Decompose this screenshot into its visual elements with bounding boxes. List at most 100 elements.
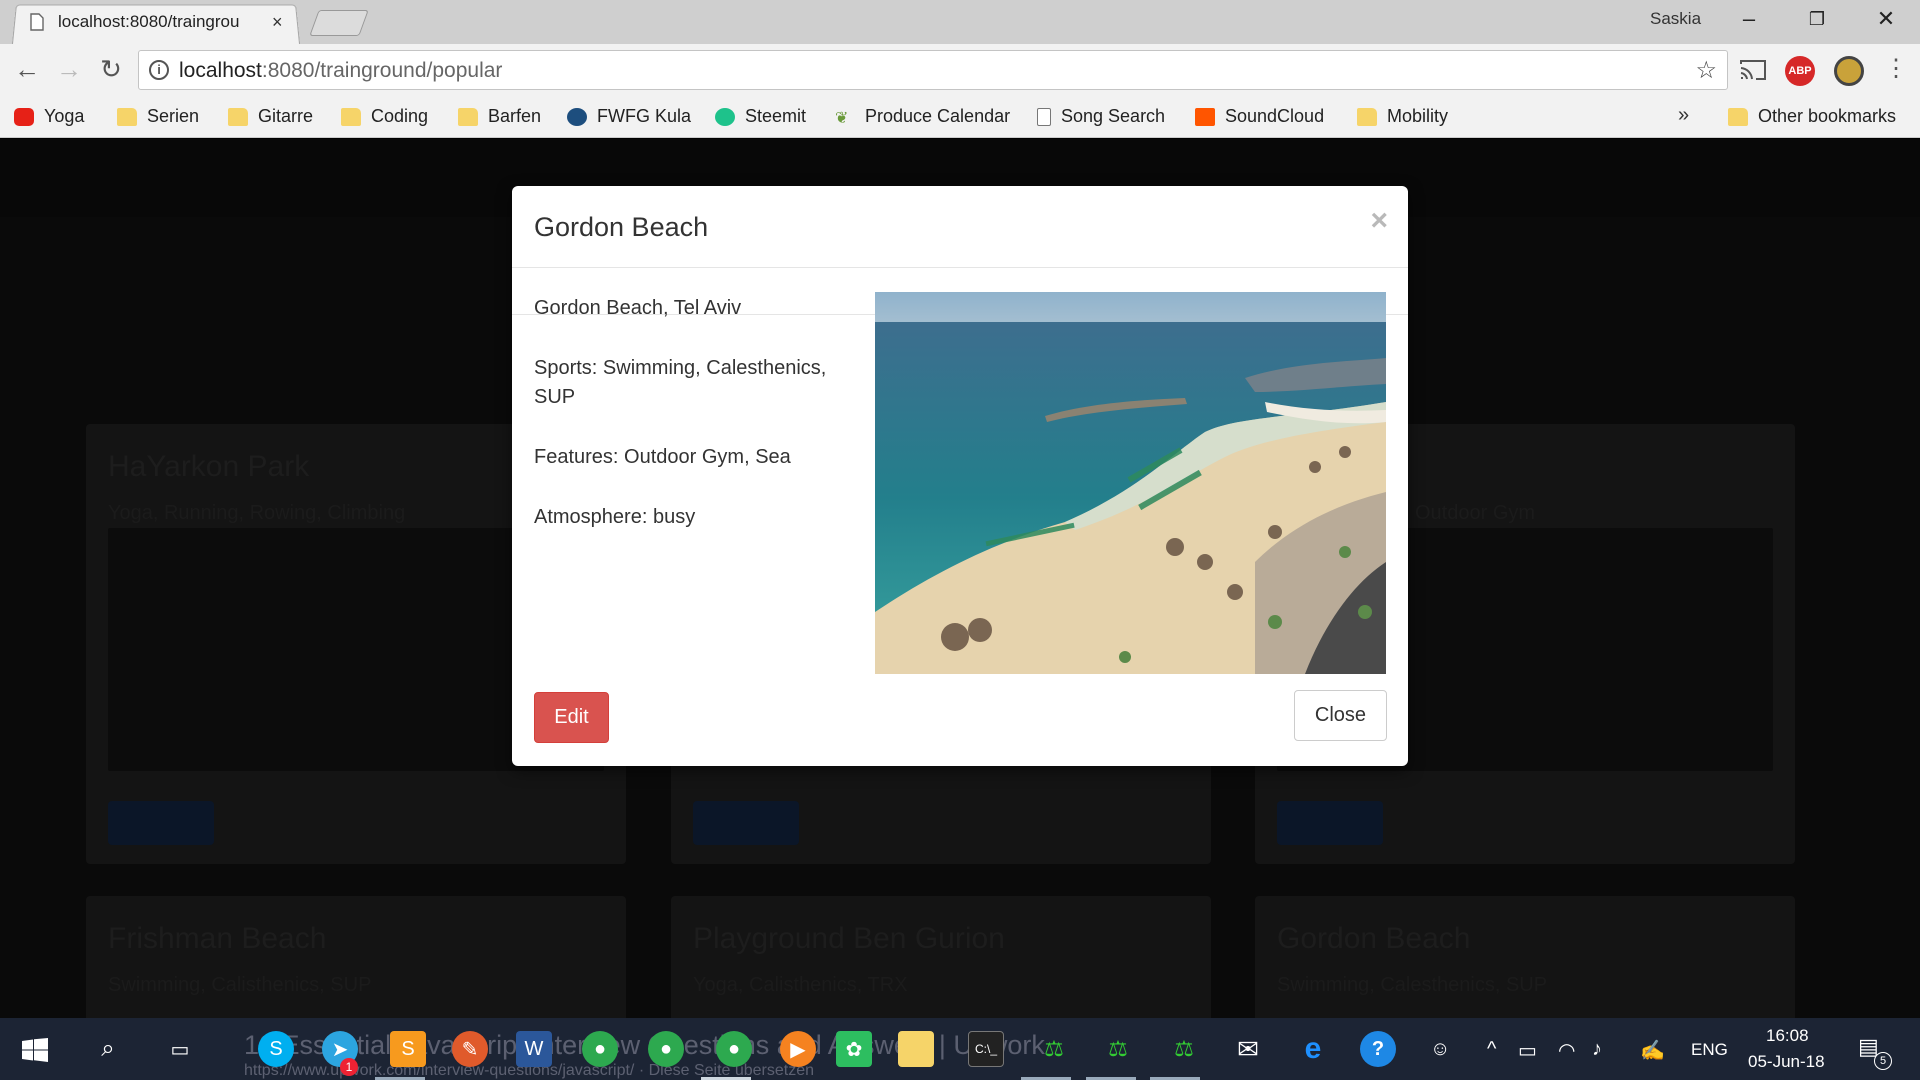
bookmark-label: Produce Calendar xyxy=(865,106,1011,126)
bookmark-mobility[interactable]: Mobility xyxy=(1357,106,1448,127)
bookmark-label: Other bookmarks xyxy=(1758,106,1897,126)
page-icon xyxy=(1037,107,1051,126)
modal-header: Gordon Beach × xyxy=(512,186,1408,268)
folder-icon xyxy=(458,107,478,126)
card-sports: Swimming, Calesthenics, SUP xyxy=(1277,974,1548,996)
back-icon[interactable]: ← xyxy=(10,54,44,85)
bookmark-soundcloud[interactable]: SoundCloud xyxy=(1195,106,1324,127)
card-sports: Yoga, Running, Rowing, Climbing xyxy=(108,502,406,524)
bookmark-produce-calendar[interactable]: ❦ Produce Calendar xyxy=(835,106,1010,127)
bookmark-label: SoundCloud xyxy=(1225,106,1325,126)
calculator-app-icon[interactable]: ⚖ xyxy=(1036,1031,1072,1067)
people-icon[interactable]: ☺ xyxy=(1430,1038,1450,1061)
tab-title: localhost:8080/traingrou xyxy=(58,12,240,31)
close-button[interactable]: Close xyxy=(1294,690,1387,741)
sprout-icon: ❦ xyxy=(835,109,849,127)
clock-date[interactable]: 05-Jun-18 xyxy=(1748,1052,1825,1072)
address-bar[interactable]: i localhost:8080/trainground/popular ☆ xyxy=(138,50,1728,90)
bookmark-other[interactable]: Other bookmarks xyxy=(1728,106,1896,127)
evernote-icon[interactable]: ✿ xyxy=(836,1031,872,1067)
modal-close-icon[interactable]: × xyxy=(1370,204,1388,238)
edge-icon[interactable]: e xyxy=(1295,1031,1331,1067)
wifi-icon[interactable]: ◠ xyxy=(1558,1038,1575,1063)
bookmark-label: Coding xyxy=(371,106,429,126)
terminal-icon[interactable]: C:\_ xyxy=(968,1031,1004,1067)
file-explorer-icon[interactable] xyxy=(898,1031,934,1067)
card-title: Playground Ben Gurion xyxy=(693,922,1005,955)
windows-start-icon[interactable] xyxy=(22,1038,48,1062)
bookmark-yoga[interactable]: Yoga xyxy=(14,106,84,127)
new-tab-button[interactable] xyxy=(309,10,369,36)
battery-icon[interactable]: ▭ xyxy=(1518,1038,1537,1063)
folder-icon xyxy=(117,107,137,126)
bookmark-song-search[interactable]: Song Search xyxy=(1037,106,1165,127)
search-icon[interactable]: ⌕ xyxy=(90,1031,126,1067)
calculator-app-icon[interactable]: ⚖ xyxy=(1100,1031,1136,1067)
card-sports: Yoga, Calisthenics, TRX xyxy=(693,974,908,996)
bookmark-label: Yoga xyxy=(44,106,85,126)
edit-button[interactable]: Edit xyxy=(534,692,609,743)
bookmarks-overflow-icon[interactable]: » xyxy=(1678,104,1689,127)
place-photo xyxy=(875,292,1386,674)
calculator-app-icon[interactable]: ⚖ xyxy=(1166,1031,1202,1067)
media-player-icon[interactable]: ▶ xyxy=(780,1031,816,1067)
place-atmosphere: Atmosphere: busy xyxy=(534,506,696,528)
sublime-icon[interactable]: S xyxy=(390,1031,426,1067)
tray-chevron-icon[interactable]: ^ xyxy=(1487,1038,1496,1061)
pen-icon[interactable]: ✍ xyxy=(1640,1038,1665,1063)
bookmark-label: FWFG Kula xyxy=(597,106,692,126)
browser-tab-content[interactable]: localhost:8080/traingrou × xyxy=(30,9,300,35)
windows-taskbar: 10 Essential JavaScript Interview Questi… xyxy=(0,1018,1920,1080)
card-sports: Swimming, Calisthenics, SUP xyxy=(108,974,372,996)
card-sports: Outdoor Gym xyxy=(1415,502,1536,524)
bookmark-coding[interactable]: Coding xyxy=(341,106,428,127)
forward-icon[interactable]: → xyxy=(52,54,86,85)
close-window-icon[interactable]: ✕ xyxy=(1866,6,1906,32)
url-text[interactable]: localhost:8080/trainground/popular xyxy=(179,59,502,83)
menu-icon[interactable]: ⋮ xyxy=(1884,54,1908,83)
chrome-icon[interactable]: ● xyxy=(582,1031,618,1067)
extension-icon[interactable] xyxy=(1834,56,1864,86)
bookmark-star-icon[interactable]: ☆ xyxy=(1695,56,1717,85)
clock-time[interactable]: 16:08 xyxy=(1766,1026,1809,1046)
place-features: Features: Outdoor Gym, Sea xyxy=(534,446,791,468)
place-location: Gordon Beach, Tel Aviv xyxy=(534,297,742,319)
more-info-button[interactable] xyxy=(1277,801,1383,845)
bookmark-barfen[interactable]: Barfen xyxy=(458,106,541,127)
adblock-icon[interactable]: ABP xyxy=(1785,56,1815,86)
reload-icon[interactable]: ↻ xyxy=(94,54,128,85)
bookmark-fwfg-kula[interactable]: FWFG Kula xyxy=(567,106,691,127)
volume-icon[interactable]: ♪ xyxy=(1592,1038,1602,1061)
bookmark-steemit[interactable]: Steemit xyxy=(715,106,806,127)
tab-close-icon[interactable]: × xyxy=(272,12,283,33)
bookmark-serien[interactable]: Serien xyxy=(117,106,199,127)
language-indicator[interactable]: ENG xyxy=(1691,1040,1728,1060)
place-card: Frishman Beach Swimming, Calisthenics, S… xyxy=(86,896,626,1018)
profile-name[interactable]: Saskia xyxy=(1650,9,1701,29)
cast-icon[interactable] xyxy=(1739,58,1767,82)
task-view-icon[interactable]: ▭ xyxy=(162,1031,198,1067)
info-icon[interactable]: i xyxy=(149,60,169,80)
more-info-button[interactable] xyxy=(693,801,799,845)
youtube-icon xyxy=(14,107,34,126)
chrome-icon[interactable]: ● xyxy=(648,1031,684,1067)
card-title: Frishman Beach xyxy=(108,922,327,955)
restore-icon[interactable]: ❐ xyxy=(1797,9,1837,30)
folder-icon xyxy=(228,107,248,126)
help-icon[interactable]: ? xyxy=(1360,1031,1396,1067)
bookmark-gitarre[interactable]: Gitarre xyxy=(228,106,313,127)
fwfg-icon xyxy=(567,107,587,126)
bookmark-label: Mobility xyxy=(1387,106,1449,126)
brush-app-icon[interactable]: ✎ xyxy=(452,1031,488,1067)
minimize-icon[interactable]: – xyxy=(1729,6,1769,32)
chrome-active-icon[interactable]: ● xyxy=(716,1031,752,1067)
more-info-button[interactable] xyxy=(108,801,214,845)
skype-icon[interactable]: S xyxy=(258,1031,294,1067)
bookmark-label: Serien xyxy=(147,106,200,126)
bookmark-label: Steemit xyxy=(745,106,807,126)
mail-icon[interactable]: ✉ xyxy=(1230,1031,1266,1067)
word-icon[interactable]: W xyxy=(516,1031,552,1067)
modal-title: Gordon Beach xyxy=(534,212,709,242)
place-card: Playground Ben Gurion Yoga, Calisthenics… xyxy=(671,896,1211,1018)
telegram-badge: 1 xyxy=(340,1058,358,1076)
